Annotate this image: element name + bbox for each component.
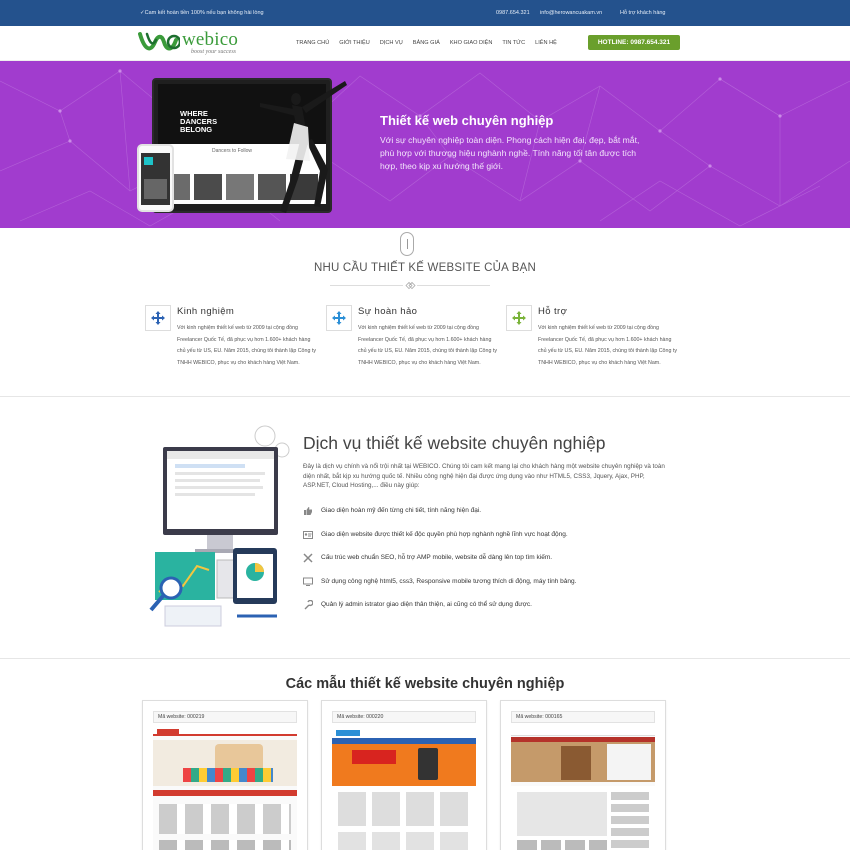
nav-home[interactable]: Trang chủ — [296, 40, 329, 46]
logo-text: webico — [182, 29, 239, 50]
scroll-down-icon[interactable] — [400, 232, 414, 256]
template-preview-image[interactable] — [511, 728, 655, 850]
feature-title: Kinh nghiệm — [177, 306, 235, 317]
top-phone[interactable]: 0987.654.321 — [496, 10, 530, 16]
move-arrows-icon — [145, 305, 171, 331]
phone-screen — [141, 153, 170, 205]
needs-section-title: Nhu cầu thiết kế website của bạn — [314, 262, 536, 274]
thumbs-up-icon — [304, 507, 312, 515]
templates-section-title: Các mẫu thiết kế website chuyên nghiệp — [285, 676, 565, 692]
feature-title: Hỗ trợ — [538, 306, 568, 317]
dancer-image — [260, 81, 347, 213]
webico-logo[interactable]: webico boost your success — [138, 29, 253, 58]
list-item-text: Giao diện hoàn mỹ đến từng chi tiết, tín… — [321, 507, 482, 514]
mockup-heading: WHERE DANCERS BELONG — [180, 109, 218, 134]
phone-mockup — [137, 144, 174, 212]
nav-news[interactable]: Tin tức — [502, 40, 525, 46]
list-item-text: Cấu trúc web chuẩn SEO, hỗ trợ AMP mobil… — [321, 554, 553, 561]
nav-contact[interactable]: Liên hệ — [535, 40, 557, 46]
mockup-thumb — [194, 174, 222, 200]
nav-pricing[interactable]: Bảng giá — [413, 40, 440, 46]
template-card[interactable]: Mã website: 000219 — [142, 700, 308, 850]
service-intro: Đây là dịch vụ chính và nổi trội nhất tạ… — [303, 463, 665, 490]
slider-dots — [403, 218, 415, 228]
top-support-link[interactable]: Hỗ trợ khách hàng — [620, 10, 666, 16]
service-illustration — [149, 425, 290, 627]
move-arrows-icon — [506, 305, 532, 331]
logo-mark-icon — [138, 32, 180, 51]
list-item: Quản lý admin istrator giao diện thân th… — [303, 596, 683, 620]
nav-about[interactable]: Giới thiệu — [339, 40, 370, 46]
hero-description: Với sự chuyên nghiệp toàn diện. Phong cá… — [380, 135, 640, 171]
template-card[interactable]: Mã website: 000165 — [500, 700, 666, 850]
template-preview-image[interactable] — [332, 728, 476, 850]
list-item: Sử dụng công nghệ html5, css3, Responsiv… — [303, 573, 683, 597]
list-item-text: Quản lý admin istrator giao diện thân th… — [321, 601, 532, 608]
hero-title: Thiết kế web chuyên nghiệp — [380, 113, 554, 128]
nav-templates[interactable]: Kho giao diện — [450, 40, 493, 46]
feature-text: Với kinh nghiệm thiết kế web từ 2009 tại… — [358, 325, 497, 366]
list-item-text: Sử dụng công nghệ html5, css3, Responsiv… — [321, 577, 577, 585]
list-item-text: Giao diện website được thiết kế độc quyề… — [321, 530, 568, 538]
logo-slogan: boost your success — [191, 49, 236, 55]
id-card-icon — [303, 530, 313, 539]
nav-services[interactable]: Dịch vụ — [380, 40, 403, 46]
wrench-icon — [304, 600, 313, 610]
hero-banner: WHERE DANCERS BELONG Dancers to Follow T… — [0, 61, 850, 228]
main-nav: Trang chủ Giới thiệu Dịch vụ Bảng giá Kh… — [296, 40, 557, 46]
list-item: Cấu trúc web chuẩn SEO, hỗ trợ AMP mobil… — [303, 549, 683, 573]
section-divider — [0, 658, 850, 659]
feature-title: Sự hoàn hảo — [358, 306, 418, 317]
feature-text: Với kinh nghiệm thiết kế web từ 2009 tại… — [177, 325, 316, 366]
hotline-button[interactable]: HOTLINE: 0987.654.321 — [588, 35, 680, 50]
mockup-subheading: Dancers to Follow — [212, 148, 253, 154]
move-arrows-icon — [326, 305, 352, 331]
tools-icon — [303, 553, 313, 563]
feature-text: Với kinh nghiệm thiết kế web từ 2009 tại… — [538, 325, 677, 366]
top-bar: ✓Cam kết hoàn tiền 100% nếu bạn không hà… — [0, 0, 850, 26]
template-code: Mã website: 000165 — [511, 711, 655, 723]
diamond-divider-icon — [403, 281, 417, 290]
template-code: Mã website: 000220 — [332, 711, 476, 723]
template-code: Mã website: 000219 — [153, 711, 297, 723]
monitor-icon — [303, 577, 313, 586]
section-divider — [0, 396, 850, 397]
site-header: webico boost your success Trang chủ Giới… — [0, 26, 850, 61]
list-item: Giao diện website được thiết kế độc quyề… — [303, 526, 683, 550]
guarantee-text: ✓Cam kết hoàn tiền 100% nếu bạn không hà… — [140, 10, 264, 16]
template-preview-image[interactable] — [153, 728, 297, 850]
template-card[interactable]: Mã website: 000220 — [321, 700, 487, 850]
service-benefits-list: Giao diện hoàn mỹ đến từng chi tiết, tín… — [303, 502, 683, 620]
service-title: Dịch vụ thiết kế website chuyên nghiệp — [303, 433, 606, 453]
top-email[interactable]: info@herowancuakam.vn — [540, 10, 602, 16]
list-item: Giao diện hoàn mỹ đến từng chi tiết, tín… — [303, 502, 683, 526]
